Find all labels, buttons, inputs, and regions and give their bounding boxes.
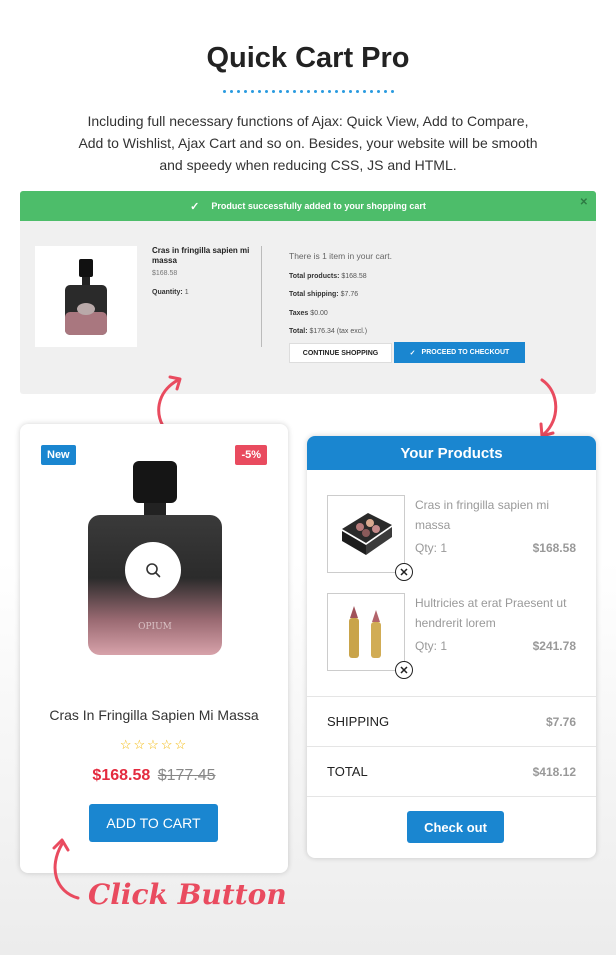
taxes-label: Taxes — [289, 309, 309, 317]
cart-item-price: $241.78 — [532, 639, 576, 653]
total-label: Total: — [289, 328, 308, 335]
product-price: $168.58 — [92, 767, 151, 784]
remove-item-icon[interactable]: ✕ — [395, 661, 413, 679]
notification-product-price: $168.58 — [152, 270, 178, 277]
cart-item: ✕ Hultricies at erat Praesent ut hendrer… — [327, 593, 582, 679]
cart-item-qty: Qty: 1 — [415, 541, 448, 555]
intro-line: Including full necessary functions of Aj… — [87, 113, 529, 129]
total-value: $176.34 (tax excl.) — [309, 328, 368, 335]
your-products-heading: Your Products — [307, 436, 596, 470]
total-shipping-value: $7.76 — [340, 291, 359, 298]
product-old-price: $177.45 — [157, 767, 216, 784]
intro-line: Add to Wishlist, Ajax Cart and so on. Be… — [78, 135, 538, 151]
check-icon: ✓ — [190, 200, 200, 213]
search-icon — [146, 563, 161, 578]
total-products-label: Total products: — [289, 272, 340, 280]
new-badge: New — [41, 445, 76, 465]
cart-count-text: There is 1 item in your cart. — [289, 251, 392, 261]
discount-badge: -5% — [235, 445, 267, 465]
intro-line: and speedy when reducing CSS, JS and HTM… — [159, 157, 457, 173]
cart-item-thumbnail[interactable] — [327, 593, 405, 671]
cart-item-qty: Qty: 1 — [415, 639, 448, 653]
notification-product-image — [35, 246, 137, 347]
success-message: Product successfully added to your shopp… — [211, 201, 426, 211]
quantity-label: Quantity: — [152, 289, 183, 296]
rating-stars: ☆☆☆☆☆ — [119, 737, 189, 752]
yp-bottom-divider — [307, 796, 596, 797]
your-products-panel: Your Products ✕ Cras in fringilla sapien… — [307, 436, 596, 858]
notification-quantity: Quantity: 1 — [152, 289, 189, 296]
total-products-value: $168.58 — [341, 272, 367, 280]
total-row: Total: $176.34 (tax excl.) — [289, 323, 392, 342]
taxes-value: $0.00 — [310, 309, 328, 317]
remove-item-icon[interactable]: ✕ — [395, 563, 413, 581]
cart-item-thumbnail[interactable] — [327, 495, 405, 573]
notification-divider — [261, 246, 262, 347]
taxes-row: Taxes $0.00 — [289, 305, 392, 324]
shipping-row: SHIPPING $7.76 — [307, 696, 596, 746]
check-icon: ✓ — [409, 349, 416, 357]
quick-view-button[interactable] — [125, 542, 181, 598]
product-prices: $168.58 $177.45 — [20, 767, 288, 785]
product-card: New -5% OPIUM Cras In Fringilla Sapien M… — [20, 424, 288, 873]
close-icon[interactable]: ✕ — [580, 197, 588, 208]
cart-item-name[interactable]: Cras in fringilla sapien mi massa — [415, 495, 575, 535]
intro-text: Including full necessary functions of Aj… — [70, 110, 546, 176]
total-products-row: Total products: $168.58 — [289, 268, 392, 287]
proceed-label: PROCEED TO CHECKOUT — [421, 349, 510, 356]
total-shipping-label: Total shipping: — [289, 291, 339, 298]
success-bar: ✓ Product successfully added to your sho… — [20, 191, 596, 221]
cart-summary: There is 1 item in your cart. Total prod… — [289, 247, 392, 342]
product-name[interactable]: Cras In Fringilla Sapien Mi Massa — [20, 707, 288, 723]
proceed-to-checkout-button[interactable]: ✓ PROCEED TO CHECKOUT — [394, 342, 525, 363]
curved-arrow-icon — [52, 838, 80, 900]
title-dots-divider — [0, 90, 616, 93]
cart-item-name[interactable]: Hultricies at erat Praesent ut hendrerit… — [415, 593, 575, 633]
cart-item: ✕ Cras in fringilla sapien mi massa Qty:… — [327, 495, 582, 581]
quantity-value: 1 — [184, 289, 189, 296]
total-shipping-row: Total shipping: $7.76 — [289, 286, 392, 305]
total-value: $418.12 — [532, 764, 576, 779]
total-label: TOTAL — [327, 764, 368, 779]
curved-arrow-icon — [539, 378, 558, 438]
notification-product-name: Cras in fringilla sapien mi massa — [152, 246, 250, 265]
shipping-label: SHIPPING — [327, 714, 390, 729]
add-to-cart-button[interactable]: ADD TO CART — [89, 804, 218, 842]
cart-notification-popup: ✓ Product successfully added to your sho… — [20, 191, 596, 394]
shipping-value: $7.76 — [545, 714, 576, 729]
checkout-button[interactable]: Check out — [407, 811, 504, 843]
cart-item-price: $168.58 — [532, 541, 576, 555]
total-row: TOTAL $418.12 — [307, 746, 596, 796]
continue-shopping-button[interactable]: CONTINUE SHOPPING — [289, 343, 392, 363]
click-button-annotation: Click Button — [88, 878, 287, 911]
bottle-label: OPIUM — [138, 622, 172, 632]
page-title: Quick Cart Pro — [206, 42, 410, 74]
